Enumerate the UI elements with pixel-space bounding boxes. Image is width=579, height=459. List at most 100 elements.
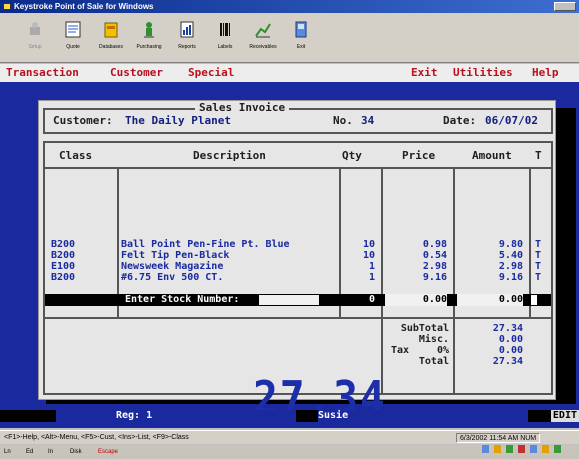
cell-price: 2.98: [422, 261, 447, 272]
window-controls[interactable]: [554, 2, 576, 11]
menu-utilities[interactable]: Utilities: [453, 64, 513, 82]
cell-qty: 10: [362, 250, 375, 261]
taskbar-item-escape[interactable]: Escape: [98, 445, 118, 459]
taskbar-item-ln[interactable]: Ln: [4, 445, 11, 459]
col-description: Description: [193, 149, 266, 162]
cell-description: Felt Tip Pen-Black: [121, 250, 230, 261]
invoice-date[interactable]: 06/07/02: [485, 114, 538, 127]
cell-description: Newsweek Magazine: [121, 261, 224, 272]
total-value: 27.34: [492, 356, 523, 367]
menu-bar: Transaction Customer Special Exit Utilit…: [0, 64, 579, 82]
divider-qty: [381, 167, 383, 393]
tax-value: 0.00: [498, 345, 523, 356]
cell-amount: 9.16: [498, 272, 523, 283]
app-icon: [3, 3, 11, 10]
exit-button[interactable]: Exit: [282, 17, 320, 59]
reports-button[interactable]: Reports: [168, 17, 206, 59]
cell-amount: 5.40: [498, 250, 523, 261]
misc-value[interactable]: 0.00: [457, 334, 523, 345]
purchasing-icon: [144, 22, 154, 38]
databases-label: Databases: [99, 44, 123, 50]
totals-divider: [45, 317, 551, 319]
menu-special[interactable]: Special: [188, 64, 234, 82]
entry-qty[interactable]: 0: [341, 294, 375, 306]
total-label: Total: [418, 356, 449, 367]
pos-screen: Transaction Customer Special Exit Utilit…: [0, 64, 579, 428]
invoice-number-label: No.: [333, 114, 353, 127]
window-title: Keystroke Point of Sale for Windows: [14, 2, 154, 11]
taskbar: Ln Ed In Disk Escape: [0, 445, 579, 459]
col-price: Price: [402, 149, 436, 162]
customer-name[interactable]: The Daily Planet: [125, 114, 231, 127]
purchasing-button[interactable]: Purchasing: [130, 17, 168, 59]
tray-icon[interactable]: [494, 445, 501, 453]
cell-class: B200: [51, 250, 76, 261]
receivables-label: Receivables: [249, 44, 277, 50]
taskbar-item-in[interactable]: In: [48, 445, 53, 459]
register-indicator: Reg: 1: [56, 410, 296, 422]
setup-button[interactable]: Setup: [16, 17, 54, 59]
subtotal-value: 27.34: [492, 323, 523, 334]
receivables-button[interactable]: Receivables: [244, 17, 282, 59]
tray-icon[interactable]: [530, 445, 537, 453]
misc-label: Misc.: [418, 334, 449, 345]
setup-icon: [30, 22, 40, 35]
menu-exit[interactable]: Exit: [411, 64, 438, 82]
tray-icon[interactable]: [506, 445, 513, 453]
databases-button[interactable]: Databases: [92, 17, 130, 59]
databases-icon: [104, 22, 118, 38]
cell-tax: T: [535, 261, 542, 272]
stock-number-prompt: Enter Stock Number:: [125, 294, 240, 305]
user-indicator: Susie: [318, 410, 528, 422]
tray-icon[interactable]: [518, 445, 525, 453]
date-label: Date:: [443, 114, 477, 127]
cell-class: B200: [51, 272, 76, 283]
sales-invoice-window: Sales Invoice Customer: The Daily Planet…: [38, 100, 556, 425]
menu-help[interactable]: Help: [532, 64, 559, 82]
mode-indicator: EDIT: [550, 410, 579, 422]
quote-label: Quote: [66, 44, 80, 50]
cell-tax: T: [535, 272, 542, 283]
cell-tax: T: [535, 250, 542, 261]
reports-icon: [180, 21, 194, 38]
cell-price: 9.16: [422, 272, 447, 283]
col-amount: Amount: [472, 149, 512, 162]
toolbar: Setup Quote Databases Purchasing Reports…: [0, 13, 579, 63]
cell-class: E100: [51, 261, 76, 272]
subtotal-label: SubTotal: [400, 323, 449, 334]
cell-amount: 2.98: [498, 261, 523, 272]
tray-icon[interactable]: [482, 445, 489, 453]
key-hints: <F1>-Help, <Alt>-Menu, <F5>-Cust, <Ins>-…: [4, 434, 189, 441]
hint-status-bar: <F1>-Help, <Alt>-Menu, <F5>-Cust, <Ins>-…: [0, 430, 579, 444]
col-tax: T: [535, 149, 542, 162]
exit-label: Exit: [296, 44, 306, 50]
header-divider: [45, 167, 551, 169]
quote-button[interactable]: Quote: [54, 17, 92, 59]
tax-label: Tax: [391, 345, 410, 356]
invoice-header: Sales Invoice Customer: The Daily Planet…: [43, 101, 553, 134]
cell-tax: T: [535, 239, 542, 250]
pos-status-line: Reg: 1 Susie EDIT: [0, 410, 579, 422]
cell-qty: 10: [362, 239, 375, 250]
receivables-icon: [255, 23, 271, 38]
tray-icon[interactable]: [554, 445, 561, 453]
taskbar-item-disk[interactable]: Disk: [70, 445, 82, 459]
taskbar-item-ed[interactable]: Ed: [26, 445, 33, 459]
date-time-indicator: 6/3/2002 11:54 AM NUM: [456, 433, 541, 443]
cell-description: Ball Point Pen-Fine Pt. Blue: [121, 239, 290, 250]
stock-number-input[interactable]: [259, 295, 319, 305]
reports-label: Reports: [178, 44, 196, 50]
invoice-number: 34: [361, 114, 375, 127]
labels-button[interactable]: Labels: [206, 17, 244, 59]
tray-icon[interactable]: [542, 445, 549, 453]
menu-customer[interactable]: Customer: [110, 64, 163, 82]
text-cursor: [531, 295, 537, 305]
menu-transaction[interactable]: Transaction: [6, 64, 79, 82]
customer-label: Customer:: [53, 114, 113, 127]
cell-price: 0.54: [422, 250, 447, 261]
invoice-title: Sales Invoice: [195, 101, 290, 114]
entry-amount[interactable]: 0.00: [457, 294, 523, 306]
cell-amount: 9.80: [498, 239, 523, 250]
exit-icon: [295, 21, 307, 38]
entry-price[interactable]: 0.00: [385, 294, 447, 306]
